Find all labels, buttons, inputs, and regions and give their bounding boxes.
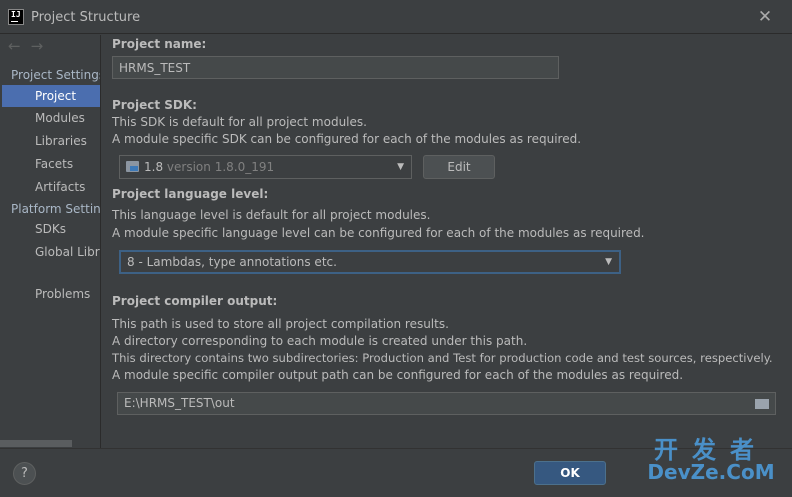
chevron-down-icon: ▼ [605, 257, 612, 267]
sidebar-item-artifacts[interactable]: Artifacts [0, 176, 100, 198]
language-level-desc1: This language level is default for all p… [112, 208, 431, 222]
back-arrow-icon[interactable]: ← [8, 37, 21, 55]
chevron-down-icon: ▼ [397, 162, 404, 172]
language-level-combo[interactable]: 8 - Lambdas, type annotations etc. ▼ [119, 250, 621, 274]
jdk-folder-icon [126, 161, 139, 172]
compiler-output-desc4: A module specific compiler output path c… [112, 368, 684, 382]
sidebar-scrollbar[interactable] [0, 440, 72, 447]
title-bar: IJ Project Structure ✕ [0, 0, 792, 34]
compiler-output-desc3: This directory contains two subdirectori… [112, 351, 773, 365]
forward-arrow-icon[interactable]: → [31, 37, 44, 55]
sdk-name: 1.8 [144, 160, 164, 174]
project-settings-header: Project Settings [11, 68, 101, 82]
project-name-label: Project name: [112, 37, 207, 51]
compiler-output-desc2: A directory corresponding to each module… [112, 334, 528, 348]
sidebar-item-modules[interactable]: Modules [0, 107, 100, 129]
window-title: Project Structure [31, 10, 141, 25]
project-sdk-desc1: This SDK is default for all project modu… [112, 115, 367, 129]
language-level-label: Project language level: [112, 187, 269, 201]
help-button[interactable]: ? [13, 462, 36, 485]
edit-sdk-button[interactable]: Edit [423, 155, 495, 179]
compiler-output-path-input[interactable]: E:\HRMS_TEST\out [117, 392, 776, 415]
project-name-input[interactable] [112, 56, 559, 79]
intellij-app-icon: IJ [8, 9, 24, 25]
sidebar-item-global-libraries[interactable]: Global Libraries [0, 241, 100, 263]
sidebar-item-sdks[interactable]: SDKs [0, 218, 100, 240]
watermark-en: DevZe.CoM [647, 460, 775, 484]
main-content: Project name: Project SDK: This SDK is d… [112, 35, 792, 448]
sidebar-item-problems[interactable]: Problems [0, 283, 100, 305]
platform-settings-header: Platform Settings [11, 202, 101, 216]
language-level-desc2: A module specific language level can be … [112, 226, 645, 240]
language-level-value: 8 - Lambdas, type annotations etc. [127, 255, 337, 269]
ok-button[interactable]: OK [534, 461, 606, 485]
site-watermark: 开发者 DevZe.CoM [636, 430, 786, 492]
sidebar: ← → Project Settings Project Modules Libr… [0, 35, 101, 448]
compiler-output-path: E:\HRMS_TEST\out [124, 396, 235, 410]
sidebar-item-project[interactable]: Project [2, 85, 100, 107]
sdk-version: version 1.8.0_191 [166, 160, 275, 174]
nav-arrows: ← → [8, 37, 53, 55]
project-sdk-label: Project SDK: [112, 98, 197, 112]
project-sdk-desc2: A module specific SDK can be configured … [112, 132, 582, 146]
close-icon[interactable]: ✕ [755, 7, 775, 27]
sidebar-item-facets[interactable]: Facets [0, 153, 100, 175]
compiler-output-desc1: This path is used to store all project c… [112, 317, 449, 331]
browse-folder-icon[interactable] [755, 399, 769, 409]
sidebar-item-libraries[interactable]: Libraries [0, 130, 100, 152]
project-sdk-combo[interactable]: 1.8 version 1.8.0_191 ▼ [119, 155, 412, 179]
compiler-output-label: Project compiler output: [112, 294, 278, 308]
